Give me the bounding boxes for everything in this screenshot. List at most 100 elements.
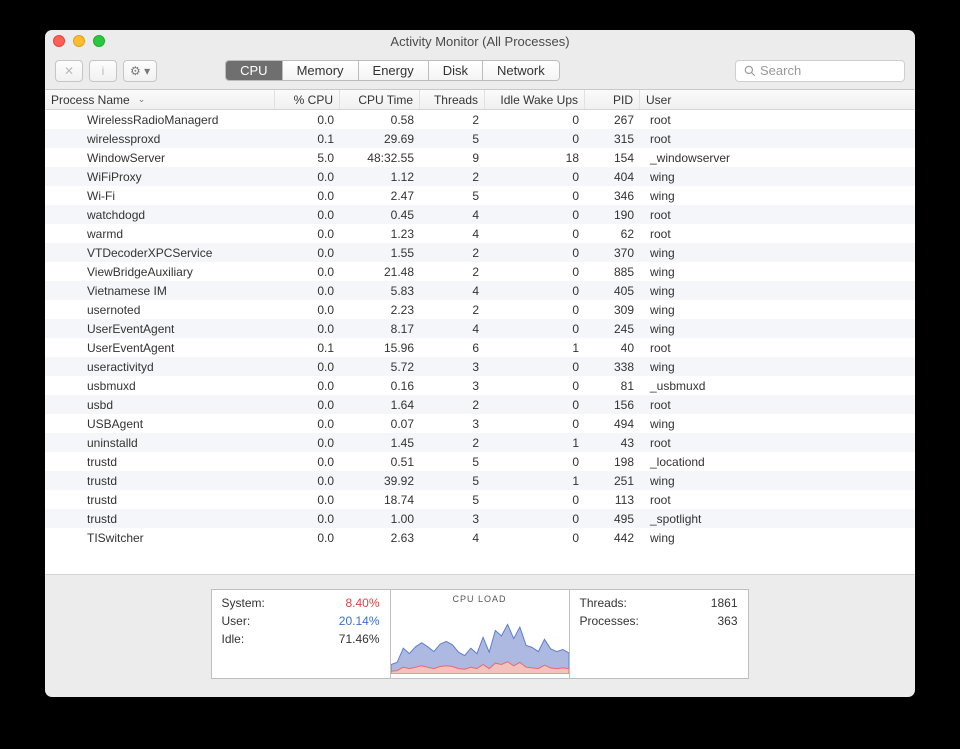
cell-process-name: warmd xyxy=(45,227,275,241)
table-row[interactable]: UserEventAgent0.115.966140root xyxy=(45,338,915,357)
tab-disk[interactable]: Disk xyxy=(429,61,483,80)
table-header[interactable]: Process Name⌄ % CPU CPU Time Threads Idl… xyxy=(45,90,915,110)
cell-process-name: WindowServer xyxy=(45,151,275,165)
cell-process-name: usbd xyxy=(45,398,275,412)
cell-idle: 0 xyxy=(485,531,585,545)
table-row[interactable]: trustd0.039.9251251wing xyxy=(45,471,915,490)
toolbar: ✕ i ⚙ ▾ CPUMemoryEnergyDiskNetwork Searc… xyxy=(45,52,915,90)
minimize-icon[interactable] xyxy=(73,35,85,47)
table-row[interactable]: trustd0.01.0030495_spotlight xyxy=(45,509,915,528)
titlebar: Activity Monitor (All Processes) xyxy=(45,30,915,52)
cell-cpu-time: 8.17 xyxy=(340,322,420,336)
col-threads[interactable]: Threads xyxy=(420,90,485,109)
cell-process-name: Wi-Fi xyxy=(45,189,275,203)
col-pid[interactable]: PID xyxy=(585,90,640,109)
cell-cpu-time: 2.63 xyxy=(340,531,420,545)
table-row[interactable]: wirelessproxd0.129.6950315root xyxy=(45,129,915,148)
table-row[interactable]: useractivityd0.05.7230338wing xyxy=(45,357,915,376)
cell-pid: 43 xyxy=(585,436,640,450)
cell-cpu: 0.1 xyxy=(275,341,340,355)
counts-panel: Threads:1861 Processes:363 xyxy=(569,589,749,679)
info-button[interactable]: i xyxy=(89,60,117,82)
cell-process-name: ViewBridgeAuxiliary xyxy=(45,265,275,279)
cell-idle: 0 xyxy=(485,379,585,393)
cell-user: root xyxy=(640,341,915,355)
cell-cpu: 0.0 xyxy=(275,360,340,374)
cell-process-name: wirelessproxd xyxy=(45,132,275,146)
table-row[interactable]: watchdogd0.00.4540190root xyxy=(45,205,915,224)
cell-threads: 3 xyxy=(420,360,485,374)
cell-cpu: 0.0 xyxy=(275,113,340,127)
cell-threads: 4 xyxy=(420,208,485,222)
chart-caption: CPU LOAD xyxy=(452,594,506,604)
actions-menu-button[interactable]: ⚙ ▾ xyxy=(123,60,157,82)
tab-energy[interactable]: Energy xyxy=(359,61,429,80)
cell-user: wing xyxy=(640,417,915,431)
table-row[interactable]: warmd0.01.234062root xyxy=(45,224,915,243)
cell-cpu: 5.0 xyxy=(275,151,340,165)
cell-cpu-time: 0.07 xyxy=(340,417,420,431)
table-row[interactable]: TISwitcher0.02.6340442wing xyxy=(45,528,915,547)
cell-user: wing xyxy=(640,189,915,203)
user-label: User: xyxy=(222,612,251,630)
cell-process-name: trustd xyxy=(45,512,275,526)
col-idle-wake-ups[interactable]: Idle Wake Ups xyxy=(485,90,585,109)
cell-user: wing xyxy=(640,303,915,317)
col-cpu-time[interactable]: CPU Time xyxy=(340,90,420,109)
table-row[interactable]: trustd0.018.7450113root xyxy=(45,490,915,509)
cell-cpu-time: 1.45 xyxy=(340,436,420,450)
cell-pid: 245 xyxy=(585,322,640,336)
table-row[interactable]: WindowServer5.048:32.55918154_windowserv… xyxy=(45,148,915,167)
col-process-name[interactable]: Process Name⌄ xyxy=(45,90,275,109)
window-title: Activity Monitor (All Processes) xyxy=(53,34,907,49)
tab-memory[interactable]: Memory xyxy=(283,61,359,80)
search-icon xyxy=(744,65,756,77)
cell-process-name: USBAgent xyxy=(45,417,275,431)
table-row[interactable]: uninstalld0.01.452143root xyxy=(45,433,915,452)
cell-cpu-time: 18.74 xyxy=(340,493,420,507)
table-row[interactable]: WiFiProxy0.01.1220404wing xyxy=(45,167,915,186)
cell-process-name: trustd xyxy=(45,493,275,507)
cell-pid: 62 xyxy=(585,227,640,241)
table-row[interactable]: WirelessRadioManagerd0.00.5820267root xyxy=(45,110,915,129)
cell-threads: 2 xyxy=(420,436,485,450)
cell-idle: 1 xyxy=(485,474,585,488)
cell-user: _windowserver xyxy=(640,151,915,165)
cell-threads: 9 xyxy=(420,151,485,165)
table-row[interactable]: VTDecoderXPCService0.01.5520370wing xyxy=(45,243,915,262)
cell-idle: 0 xyxy=(485,132,585,146)
cell-threads: 2 xyxy=(420,246,485,260)
table-row[interactable]: Vietnamese IM0.05.8340405wing xyxy=(45,281,915,300)
table-row[interactable]: UserEventAgent0.08.1740245wing xyxy=(45,319,915,338)
cell-threads: 5 xyxy=(420,455,485,469)
table-row[interactable]: trustd0.00.5150198_locationd xyxy=(45,452,915,471)
cell-threads: 3 xyxy=(420,512,485,526)
process-table: Process Name⌄ % CPU CPU Time Threads Idl… xyxy=(45,90,915,575)
search-input[interactable]: Search xyxy=(735,60,905,82)
zoom-icon[interactable] xyxy=(93,35,105,47)
col-cpu[interactable]: % CPU xyxy=(275,90,340,109)
table-row[interactable]: usbmuxd0.00.163081_usbmuxd xyxy=(45,376,915,395)
tab-cpu[interactable]: CPU xyxy=(226,61,282,80)
cell-threads: 2 xyxy=(420,113,485,127)
cell-user: root xyxy=(640,436,915,450)
table-row[interactable]: USBAgent0.00.0730494wing xyxy=(45,414,915,433)
cell-idle: 0 xyxy=(485,208,585,222)
cell-threads: 6 xyxy=(420,341,485,355)
cell-process-name: Vietnamese IM xyxy=(45,284,275,298)
cell-cpu-time: 0.58 xyxy=(340,113,420,127)
close-icon[interactable] xyxy=(53,35,65,47)
cell-pid: 404 xyxy=(585,170,640,184)
table-row[interactable]: Wi-Fi0.02.4750346wing xyxy=(45,186,915,205)
table-row[interactable]: usbd0.01.6420156root xyxy=(45,395,915,414)
sort-indicator-icon: ⌄ xyxy=(138,94,146,105)
table-row[interactable]: usernoted0.02.2320309wing xyxy=(45,300,915,319)
stop-process-button[interactable]: ✕ xyxy=(55,60,83,82)
cell-threads: 5 xyxy=(420,474,485,488)
cell-pid: 267 xyxy=(585,113,640,127)
cell-idle: 0 xyxy=(485,417,585,431)
table-row[interactable]: ViewBridgeAuxiliary0.021.4820885wing xyxy=(45,262,915,281)
col-user[interactable]: User xyxy=(640,90,915,109)
tab-network[interactable]: Network xyxy=(483,61,559,80)
table-body[interactable]: WirelessRadioManagerd0.00.5820267root wir… xyxy=(45,110,915,574)
